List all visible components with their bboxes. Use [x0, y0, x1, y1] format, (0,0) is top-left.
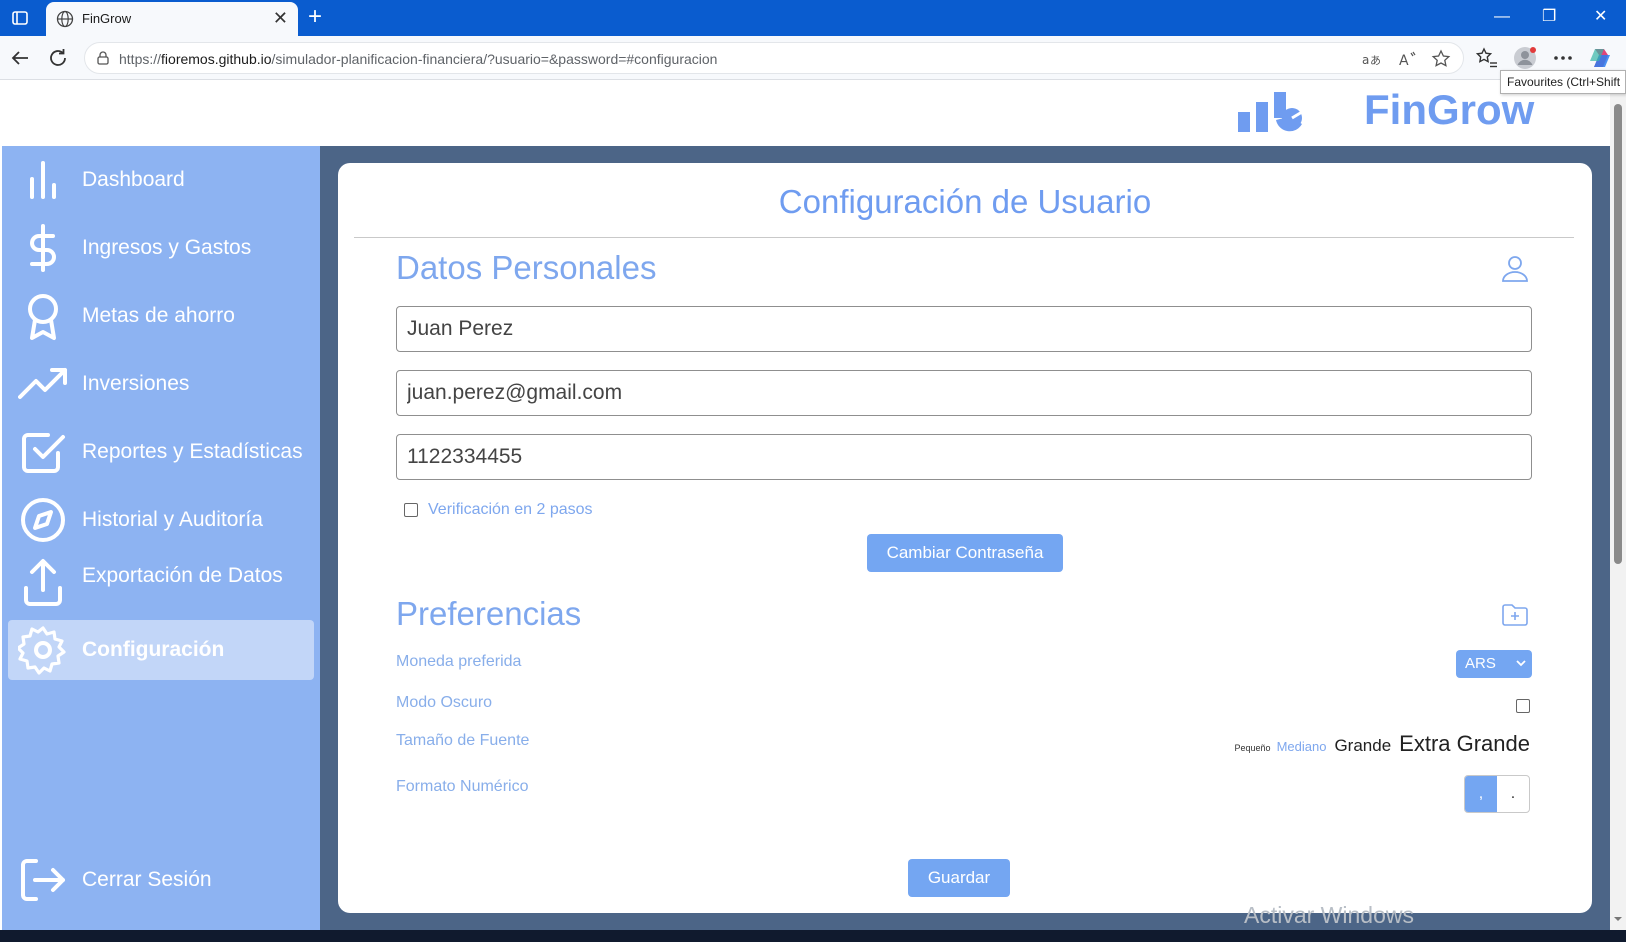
sidebar-item-exportacion[interactable]: Exportación de Datos: [8, 558, 314, 606]
back-arrow-icon[interactable]: [8, 46, 32, 70]
trending-up-icon: [18, 368, 67, 399]
sidebar-item-historial[interactable]: Historial y Auditoría: [8, 490, 314, 550]
font-size-options: Pequeño Mediano Grande Extra Grande: [1235, 731, 1530, 757]
address-bar[interactable]: https://fioremos.github.io/simulador-pla…: [84, 42, 1464, 74]
url-host: fioremos.github.io: [161, 51, 272, 67]
brand-logo-icon: [1238, 92, 1303, 132]
os-taskbar: [0, 930, 1626, 942]
sidebar-item-label: Reportes y Estadísticas: [82, 440, 303, 463]
compass-icon: [21, 498, 65, 542]
sidebar-item-label: Inversiones: [82, 372, 190, 395]
two-step-row: Verificación en 2 pasos: [404, 501, 593, 519]
sidebar-item-label: Metas de ahorro: [82, 304, 235, 327]
favorite-star-icon[interactable]: [1431, 49, 1451, 69]
title-divider: [354, 237, 1574, 238]
url-path: /simulador-planificacion-financiera/?usu…: [271, 51, 718, 67]
browser-titlebar: FinGrow ✕ + — ❐ ✕: [0, 0, 1626, 36]
change-password-button[interactable]: Cambiar Contraseña: [867, 534, 1063, 572]
font-size-small[interactable]: Pequeño: [1235, 743, 1271, 753]
check-square-icon: [22, 433, 65, 473]
two-step-label: Verificación en 2 pasos: [428, 501, 593, 518]
save-button[interactable]: Guardar: [908, 859, 1010, 897]
settings-card: Configuración de Usuario Datos Personale…: [338, 163, 1592, 913]
globe-icon: [56, 10, 74, 28]
email-input[interactable]: [396, 370, 1532, 416]
folder-plus-icon: [1502, 604, 1528, 626]
tab-title: FinGrow: [82, 11, 132, 26]
two-step-checkbox[interactable]: [404, 503, 418, 517]
profile-avatar-icon[interactable]: [1512, 45, 1538, 71]
favourites-icon[interactable]: [1474, 45, 1500, 71]
sidebar-item-dashboard[interactable]: Dashboard: [8, 150, 314, 210]
font-size-xlarge[interactable]: Extra Grande: [1399, 731, 1530, 757]
window-close-button[interactable]: ✕: [1594, 6, 1607, 28]
svg-text:a: a: [1362, 53, 1369, 67]
dark-mode-checkbox[interactable]: [1516, 699, 1530, 713]
sidebar: Dashboard Ingresos y Gastos Metas de aho…: [2, 146, 320, 930]
currency-select[interactable]: ARS: [1456, 650, 1532, 678]
preferences-section-title: Preferencias: [396, 595, 582, 632]
personal-section-title: Datos Personales: [396, 249, 657, 286]
tab-close-button[interactable]: ✕: [273, 8, 288, 28]
svg-text:A: A: [1399, 53, 1409, 69]
dark-mode-label: Modo Oscuro: [396, 694, 493, 711]
font-size-medium[interactable]: Mediano: [1277, 739, 1327, 754]
sidebar-item-inversiones[interactable]: Inversiones: [8, 354, 314, 414]
minimize-button[interactable]: —: [1494, 6, 1510, 28]
logout-icon: [21, 859, 65, 901]
page-title: Configuración de Usuario: [778, 183, 1152, 220]
number-format-dot[interactable]: .: [1497, 776, 1529, 812]
copilot-icon[interactable]: [1588, 45, 1614, 71]
favourites-tooltip: Favourites (Ctrl+Shift: [1500, 70, 1626, 94]
sidebar-item-configuracion[interactable]: Configuración: [8, 620, 314, 680]
number-format-label: Formato Numérico: [396, 778, 529, 795]
sidebar-item-cerrar-sesion[interactable]: Cerrar Sesión: [8, 850, 314, 910]
restore-button[interactable]: ❐: [1542, 6, 1556, 28]
page-scrollbar[interactable]: [1610, 80, 1626, 930]
currency-value: ARS: [1465, 655, 1496, 672]
new-tab-button[interactable]: +: [308, 4, 322, 30]
read-aloud-icon[interactable]: A: [1397, 49, 1417, 69]
sidebar-item-reportes[interactable]: Reportes y Estadísticas: [8, 422, 314, 482]
more-options-icon[interactable]: [1550, 45, 1576, 71]
browser-toolbar: https://fioremos.github.io/simulador-pla…: [0, 36, 1626, 80]
gear-icon: [18, 626, 66, 675]
svg-text:あ: あ: [1370, 54, 1381, 67]
scroll-down-icon[interactable]: [1613, 914, 1623, 924]
site-info-icon[interactable]: [95, 50, 111, 66]
font-size-label: Tamaño de Fuente: [396, 732, 530, 749]
chevron-down-icon: [1516, 660, 1526, 667]
font-size-large[interactable]: Grande: [1334, 736, 1391, 756]
award-icon: [28, 294, 58, 340]
sidebar-item-metas-ahorro[interactable]: Metas de ahorro: [8, 286, 314, 346]
tab-actions-icon[interactable]: [10, 8, 30, 28]
scroll-thumb[interactable]: [1614, 104, 1622, 564]
url-text: https://fioremos.github.io/simulador-pla…: [119, 51, 717, 67]
number-format-comma[interactable]: ,: [1465, 776, 1497, 812]
translate-icon[interactable]: a あ: [1361, 49, 1381, 69]
user-icon: [1502, 256, 1528, 282]
browser-tab[interactable]: FinGrow ✕: [46, 2, 298, 36]
url-prefix: https://: [119, 51, 162, 67]
refresh-icon[interactable]: [46, 46, 70, 70]
sidebar-item-ingresos-gastos[interactable]: Ingresos y Gastos: [8, 218, 314, 278]
upload-icon: [24, 559, 62, 606]
app-header: FinGrow: [0, 80, 1610, 146]
sidebar-item-label: Historial y Auditoría: [82, 508, 263, 531]
currency-label: Moneda preferida: [396, 653, 522, 670]
number-format-toggle: , .: [1464, 775, 1530, 813]
sidebar-item-label: Configuración: [82, 638, 225, 661]
windows-activation-watermark: Activar Windows: [1244, 902, 1414, 928]
sidebar-item-label: Dashboard: [82, 168, 185, 191]
bar-chart-icon: [30, 161, 56, 199]
dollar-icon: [30, 224, 56, 272]
sidebar-item-label: Cerrar Sesión: [82, 868, 212, 891]
name-input[interactable]: [396, 306, 1532, 352]
phone-input[interactable]: [396, 434, 1532, 480]
sidebar-item-label: Exportación de Datos: [82, 564, 283, 587]
sidebar-item-label: Ingresos y Gastos: [82, 236, 252, 259]
